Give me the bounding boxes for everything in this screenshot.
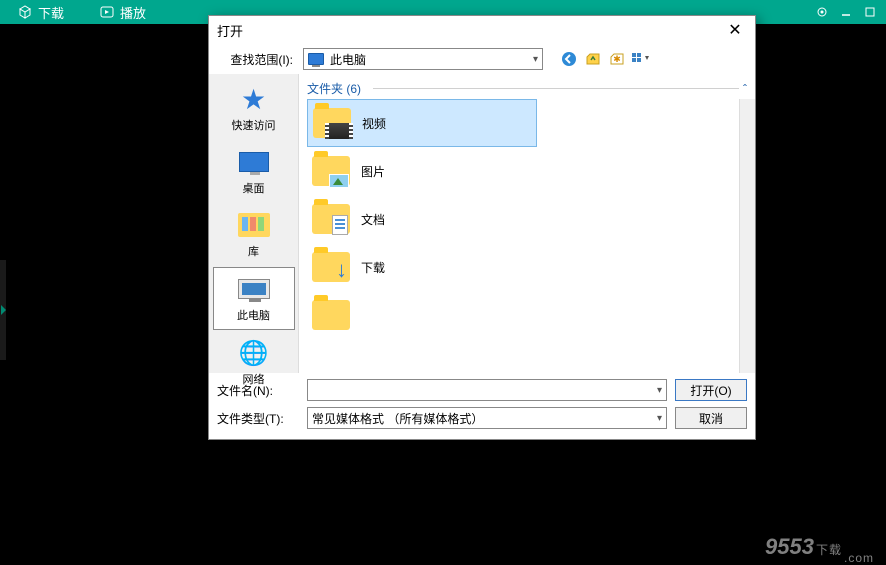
- folder-pictures[interactable]: 图片: [307, 147, 537, 195]
- item-label: 图片: [361, 163, 385, 180]
- star-icon: ★: [236, 84, 272, 114]
- tab-label: 下载: [38, 3, 64, 22]
- dialog-title: 打开: [217, 21, 723, 40]
- box-icon: [18, 5, 32, 19]
- filetype-value: 常见媒体格式 （所有媒体格式）: [312, 410, 483, 427]
- up-folder-button[interactable]: [583, 49, 603, 69]
- place-quickaccess[interactable]: ★ 快速访问: [213, 78, 295, 139]
- item-label: 文档: [361, 211, 385, 228]
- view-menu-button[interactable]: [631, 49, 651, 69]
- left-dock-handle[interactable]: [0, 260, 6, 360]
- filename-row: 文件名(N): ▾ 打开(O): [217, 379, 747, 401]
- chevron-down-icon: ▾: [533, 54, 538, 65]
- folder-downloads[interactable]: ↓ 下载: [307, 243, 537, 291]
- svg-text:✱: ✱: [613, 54, 621, 64]
- watermark-small: 下载: [816, 541, 842, 558]
- dialog-body: ★ 快速访问 桌面 库 此电脑 🌐 网络 文件夹 (6): [209, 74, 755, 373]
- item-label: 视频: [362, 115, 386, 132]
- place-label: 快速访问: [232, 117, 276, 133]
- downloads-folder-icon: ↓: [311, 249, 351, 285]
- libraries-icon: [236, 210, 272, 240]
- desktop-icon: [236, 147, 272, 177]
- filetype-row: 文件类型(T): 常见媒体格式 （所有媒体格式） ▾ 取消: [217, 407, 747, 429]
- chevron-down-icon: ▾: [657, 413, 662, 424]
- play-icon: [100, 5, 114, 19]
- new-folder-button[interactable]: ✱: [607, 49, 627, 69]
- collapse-icon[interactable]: ˆ: [743, 82, 747, 96]
- watermark: 9553 下载 .com: [765, 534, 874, 560]
- minimize-button[interactable]: [836, 4, 856, 20]
- videos-folder-icon: [312, 105, 352, 141]
- place-label: 桌面: [243, 180, 265, 196]
- item-label: 下载: [361, 259, 385, 276]
- tab-label: 播放: [120, 3, 146, 22]
- file-listing: 文件夹 (6) ˆ 视频 图片 文档 ↓ 下载: [299, 74, 755, 373]
- network-icon: 🌐: [236, 338, 272, 368]
- dialog-titlebar: 打开 ✕: [209, 16, 755, 44]
- place-thispc[interactable]: 此电脑: [213, 267, 295, 330]
- vertical-scrollbar[interactable]: [739, 99, 755, 373]
- maximize-button[interactable]: [860, 4, 880, 20]
- places-bar: ★ 快速访问 桌面 库 此电脑 🌐 网络: [209, 74, 299, 373]
- folder-partial[interactable]: [307, 291, 537, 339]
- lookin-combo[interactable]: 此电脑 ▾: [303, 48, 543, 70]
- folder-documents[interactable]: 文档: [307, 195, 537, 243]
- watermark-dom: .com: [844, 551, 874, 565]
- lookin-row: 查找范围(I): 此电脑 ▾ ✱: [209, 44, 755, 74]
- filename-input[interactable]: ▾: [307, 379, 667, 401]
- open-button-label: 打开(O): [690, 382, 731, 399]
- lookin-value: 此电脑: [330, 51, 366, 68]
- settings-button[interactable]: [812, 4, 832, 20]
- lookin-label: 查找范围(I):: [217, 51, 297, 68]
- cancel-button[interactable]: 取消: [675, 407, 747, 429]
- divider: [373, 88, 739, 89]
- documents-folder-icon: [311, 201, 351, 237]
- place-libraries[interactable]: 库: [213, 204, 295, 265]
- file-area[interactable]: 视频 图片 文档 ↓ 下载: [299, 99, 755, 373]
- cancel-button-label: 取消: [699, 410, 723, 427]
- open-button[interactable]: 打开(O): [675, 379, 747, 401]
- folder-videos[interactable]: 视频: [307, 99, 537, 147]
- pc-icon: [308, 53, 324, 65]
- open-dialog: 打开 ✕ 查找范围(I): 此电脑 ▾ ✱ ★ 快速访问 桌面: [208, 15, 756, 440]
- place-desktop[interactable]: 桌面: [213, 141, 295, 202]
- pictures-folder-icon: [311, 153, 351, 189]
- tab-play[interactable]: 播放: [82, 0, 164, 24]
- watermark-big: 9553: [765, 534, 814, 560]
- filetype-label: 文件类型(T):: [217, 410, 299, 427]
- group-title: 文件夹 (6): [307, 80, 361, 97]
- folder-icon: [311, 297, 351, 333]
- window-controls: [812, 4, 886, 20]
- lookin-toolbar: ✱: [549, 49, 651, 69]
- chevron-down-icon: ▾: [657, 385, 662, 396]
- tab-download[interactable]: 下载: [0, 0, 82, 24]
- place-label: 库: [248, 243, 259, 259]
- filename-label: 文件名(N):: [217, 382, 299, 399]
- dialog-close-button[interactable]: ✕: [723, 18, 747, 42]
- back-button[interactable]: [559, 49, 579, 69]
- filetype-select[interactable]: 常见媒体格式 （所有媒体格式） ▾: [307, 407, 667, 429]
- place-label: 此电脑: [237, 307, 270, 323]
- thispc-icon: [236, 274, 272, 304]
- dialog-bottom: 文件名(N): ▾ 打开(O) 文件类型(T): 常见媒体格式 （所有媒体格式）…: [209, 373, 755, 439]
- group-header[interactable]: 文件夹 (6) ˆ: [299, 74, 755, 99]
